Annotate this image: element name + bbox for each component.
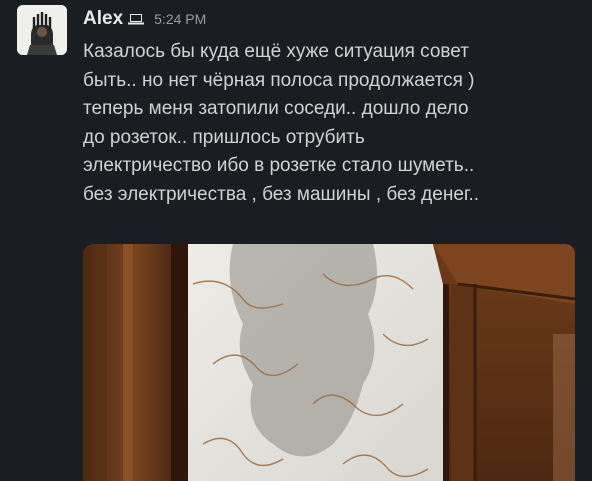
message-body: Казалось бы куда ещё хуже ситуация совет… (83, 38, 583, 210)
image-attachment[interactable] (83, 244, 575, 481)
message-line: Казалось бы куда ещё хуже ситуация совет (83, 41, 469, 62)
chat-message: Alex 5:24 PM Казалось бы куда ещё хуже с… (0, 0, 592, 481)
laptop-icon (127, 12, 145, 26)
sender-name[interactable]: Alex (83, 8, 123, 30)
image-icon (83, 244, 575, 481)
message-line: быть.. но нет чёрная полоса продолжается… (83, 69, 475, 91)
message-line: электричество ибо в розетке стало шуметь… (83, 155, 475, 177)
message-header: Alex 5:24 PM (83, 8, 206, 30)
message-line: теперь меня затопили соседи.. дошло дело (83, 98, 469, 120)
user-avatar[interactable] (17, 5, 67, 55)
message-line: без электричества , без машины , без ден… (83, 183, 480, 205)
message-timestamp[interactable]: 5:24 PM (154, 11, 206, 27)
avatar-icon (17, 5, 67, 55)
message-line: до розеток.. пришлось отрубить (83, 126, 365, 148)
